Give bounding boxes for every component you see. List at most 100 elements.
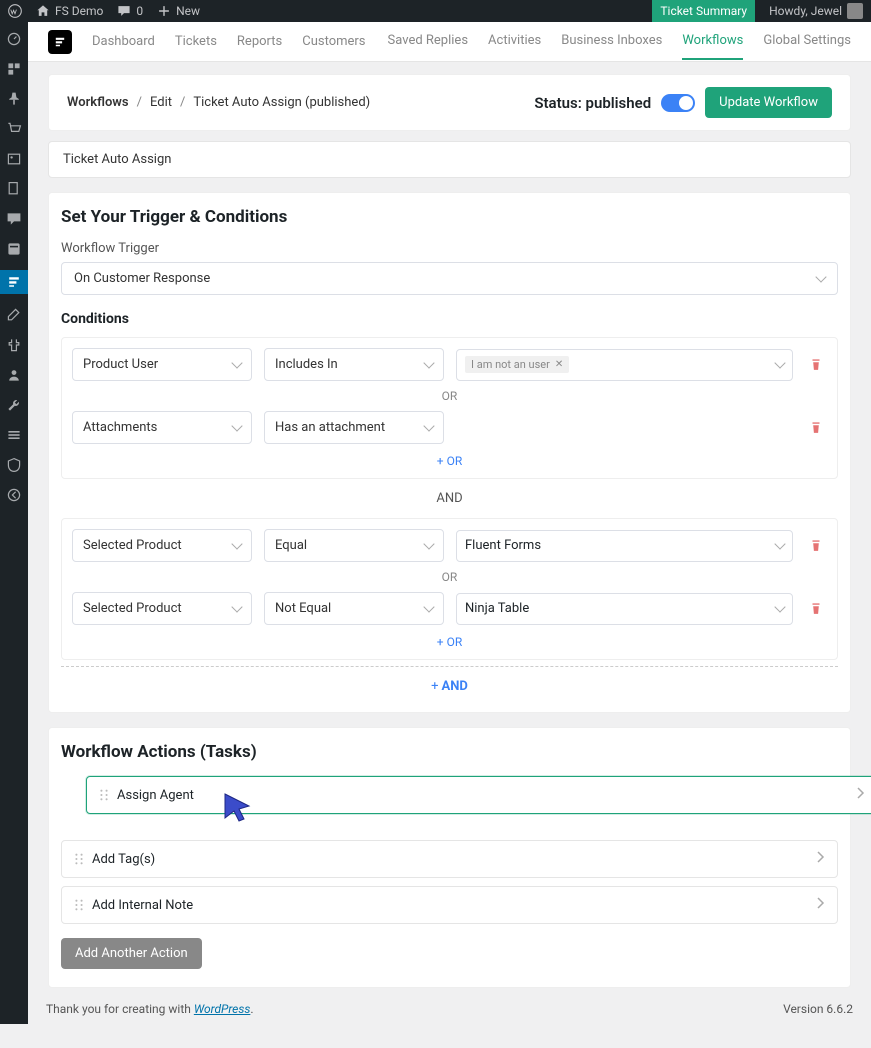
cards-icon[interactable] bbox=[5, 60, 23, 78]
status-label: Status: published bbox=[534, 94, 651, 112]
condition-field-select[interactable]: Selected Product bbox=[72, 592, 252, 625]
app-logo[interactable] bbox=[48, 30, 72, 54]
pages-icon[interactable] bbox=[5, 180, 23, 198]
breadcrumb-item[interactable]: Workflows bbox=[67, 95, 129, 110]
trigger-conditions-section: Set Your Trigger & Conditions Workflow T… bbox=[48, 192, 851, 713]
drag-handle-icon[interactable] bbox=[74, 899, 84, 911]
tag-remove-icon[interactable]: ✕ bbox=[555, 359, 563, 370]
comments-icon[interactable] bbox=[5, 210, 23, 228]
trigger-label: Workflow Trigger bbox=[61, 241, 838, 256]
fluent-support-icon[interactable] bbox=[0, 270, 28, 294]
dashboard-icon[interactable] bbox=[5, 30, 23, 48]
chevron-right-icon bbox=[817, 897, 825, 913]
chevron-down-icon bbox=[774, 538, 785, 549]
action-item-assign-agent[interactable]: Assign Agent bbox=[86, 776, 871, 814]
add-or-button[interactable]: +OR bbox=[72, 635, 827, 649]
wordpress-link[interactable]: WordPress bbox=[194, 1002, 251, 1016]
action-label: Assign Agent bbox=[117, 788, 194, 803]
value-tag: I am not an user✕ bbox=[465, 356, 569, 373]
condition-value-select[interactable]: I am not an user✕ bbox=[456, 349, 793, 381]
breadcrumb-item[interactable]: Edit bbox=[150, 95, 172, 110]
app-nav: Dashboard Tickets Reports Customers Save… bbox=[28, 22, 871, 62]
delete-row-button[interactable] bbox=[805, 602, 827, 616]
condition-operator-select[interactable]: Has an attachment bbox=[264, 411, 444, 444]
status-toggle[interactable] bbox=[661, 94, 695, 112]
condition-field-select[interactable]: Selected Product bbox=[72, 529, 252, 562]
nav-dashboard[interactable]: Dashboard bbox=[92, 24, 155, 59]
condition-group: Selected Product Equal Fluent Forms OR S… bbox=[61, 518, 838, 660]
condition-operator-select[interactable]: Includes In bbox=[264, 348, 444, 381]
condition-group: Product User Includes In I am not an use… bbox=[61, 337, 838, 479]
breadcrumb-item: Ticket Auto Assign (published) bbox=[193, 95, 370, 110]
delete-row-button[interactable] bbox=[805, 358, 827, 372]
settings-icon[interactable] bbox=[5, 426, 23, 444]
chevron-down-icon bbox=[423, 538, 434, 549]
update-workflow-button[interactable]: Update Workflow bbox=[705, 87, 832, 118]
trigger-value: On Customer Response bbox=[74, 271, 210, 286]
comments-link[interactable]: 0 bbox=[117, 4, 143, 18]
appearance-icon[interactable] bbox=[5, 306, 23, 324]
ticket-summary-link[interactable]: Ticket Summary bbox=[652, 0, 755, 22]
pin-icon[interactable] bbox=[5, 90, 23, 108]
nav-reports[interactable]: Reports bbox=[237, 24, 282, 59]
action-label: Add Internal Note bbox=[92, 898, 193, 913]
new-link[interactable]: New bbox=[157, 4, 200, 18]
nav-customers[interactable]: Customers bbox=[302, 24, 365, 59]
nav-business-inboxes[interactable]: Business Inboxes bbox=[561, 23, 662, 60]
footer: Thank you for creating with WordPress. V… bbox=[28, 994, 871, 1024]
chevron-down-icon bbox=[774, 357, 785, 368]
new-label: New bbox=[176, 4, 200, 18]
condition-value-select[interactable]: Ninja Table bbox=[456, 593, 793, 625]
delete-row-button[interactable] bbox=[805, 421, 827, 435]
chevron-right-icon bbox=[817, 851, 825, 867]
chevron-down-icon bbox=[815, 271, 826, 282]
chevron-down-icon bbox=[423, 357, 434, 368]
conditions-title: Conditions bbox=[61, 311, 838, 327]
add-and-button[interactable]: +AND bbox=[61, 666, 838, 694]
forms-icon[interactable] bbox=[5, 240, 23, 258]
site-name-link[interactable]: FS Demo bbox=[36, 4, 103, 18]
wp-sidebar bbox=[0, 22, 28, 1024]
condition-field-select[interactable]: Attachments bbox=[72, 411, 252, 444]
users-icon[interactable] bbox=[5, 366, 23, 384]
action-label: Add Tag(s) bbox=[92, 852, 155, 867]
add-another-action-button[interactable]: Add Another Action bbox=[61, 938, 202, 969]
or-connector: OR bbox=[72, 570, 827, 584]
condition-field-select[interactable]: Product User bbox=[72, 348, 252, 381]
nav-saved-replies[interactable]: Saved Replies bbox=[388, 23, 469, 60]
drag-handle-icon[interactable] bbox=[74, 853, 84, 865]
trigger-select[interactable]: On Customer Response bbox=[61, 262, 838, 295]
tools-icon[interactable] bbox=[5, 396, 23, 414]
condition-row: Attachments Has an attachment bbox=[72, 411, 827, 444]
condition-operator-select[interactable]: Equal bbox=[264, 529, 444, 562]
media-icon[interactable] bbox=[5, 150, 23, 168]
workflow-title-input[interactable]: Ticket Auto Assign bbox=[48, 141, 851, 178]
workflow-actions-section: Workflow Actions (Tasks) Assign Agent Ad… bbox=[48, 727, 851, 988]
wp-logo-icon[interactable] bbox=[8, 4, 22, 18]
plugins-icon[interactable] bbox=[5, 336, 23, 354]
and-connector: AND bbox=[61, 491, 838, 506]
nav-global-settings[interactable]: Global Settings bbox=[763, 23, 851, 60]
action-item-add-internal-note[interactable]: Add Internal Note bbox=[61, 886, 838, 924]
action-item-add-tags[interactable]: Add Tag(s) bbox=[61, 840, 838, 878]
nav-workflows[interactable]: Workflows bbox=[682, 23, 743, 60]
section-title: Set Your Trigger & Conditions bbox=[61, 207, 838, 227]
howdy-link[interactable]: Howdy, Jewel bbox=[769, 3, 863, 19]
condition-value-select[interactable]: Fluent Forms bbox=[456, 530, 793, 562]
shield-icon[interactable] bbox=[5, 456, 23, 474]
section-title: Workflow Actions (Tasks) bbox=[61, 742, 838, 762]
chevron-down-icon bbox=[231, 601, 242, 612]
howdy-text: Howdy, Jewel bbox=[769, 4, 842, 18]
delete-row-button[interactable] bbox=[805, 539, 827, 553]
or-connector: OR bbox=[72, 389, 827, 403]
condition-row: Selected Product Not Equal Ninja Table bbox=[72, 592, 827, 625]
drag-handle-icon[interactable] bbox=[99, 789, 109, 801]
chevron-down-icon bbox=[231, 420, 242, 431]
collapse-icon[interactable] bbox=[5, 486, 23, 504]
cart-icon[interactable] bbox=[5, 120, 23, 138]
nav-tickets[interactable]: Tickets bbox=[175, 24, 217, 59]
condition-operator-select[interactable]: Not Equal bbox=[264, 592, 444, 625]
comments-count: 0 bbox=[136, 4, 143, 18]
add-or-button[interactable]: +OR bbox=[72, 454, 827, 468]
nav-activities[interactable]: Activities bbox=[488, 23, 541, 60]
